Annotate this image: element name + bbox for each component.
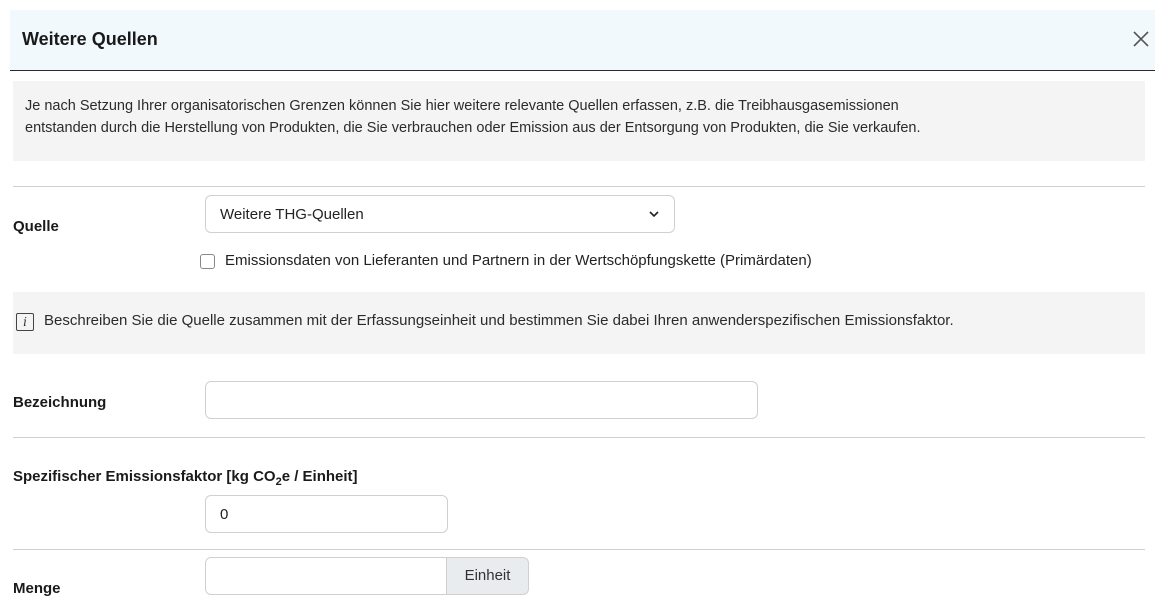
menge-input[interactable] [205,557,447,595]
emissionsfaktor-label: Spezifischer Emissionsfaktor [kg CO2e / … [13,468,358,488]
primary-data-label[interactable]: Emissionsdaten von Lieferanten und Partn… [225,252,812,269]
divider [13,549,1145,550]
bezeichnung-label: Bezeichnung [13,394,107,411]
info-panel: i Beschreiben Sie die Quelle zusammen mi… [13,292,1145,354]
quelle-select-value: Weitere THG-Quellen [220,206,364,223]
intro-text-line-2: entstanden durch die Herstellung von Pro… [25,120,921,136]
primary-data-checkbox[interactable] [200,254,215,269]
divider [13,437,1145,438]
info-text: Beschreiben Sie die Quelle zusammen mit … [44,312,954,329]
chevron-down-icon [649,211,659,218]
modal-title: Weitere Quellen [22,29,158,49]
info-icon: i [16,313,34,331]
bezeichnung-input[interactable] [205,381,758,419]
emissionsfaktor-input[interactable] [205,495,448,533]
menge-label: Menge [13,580,61,597]
intro-text-line-1: Je nach Setzung Ihrer organisatorischen … [25,98,899,114]
quelle-label: Quelle [13,218,59,235]
modal-header: Weitere Quellen [10,10,1155,71]
emissionsfaktor-label-prefix: Spezifischer Emissionsfaktor [kg CO [13,468,276,485]
divider [13,186,1145,187]
close-button[interactable] [1129,27,1153,51]
quelle-select[interactable]: Weitere THG-Quellen [205,195,675,233]
close-icon [1133,31,1149,47]
intro-panel: Je nach Setzung Ihrer organisatorischen … [13,81,1145,161]
emissionsfaktor-label-suffix: e / Einheit] [281,468,358,485]
unit-addon: Einheit [446,557,529,595]
